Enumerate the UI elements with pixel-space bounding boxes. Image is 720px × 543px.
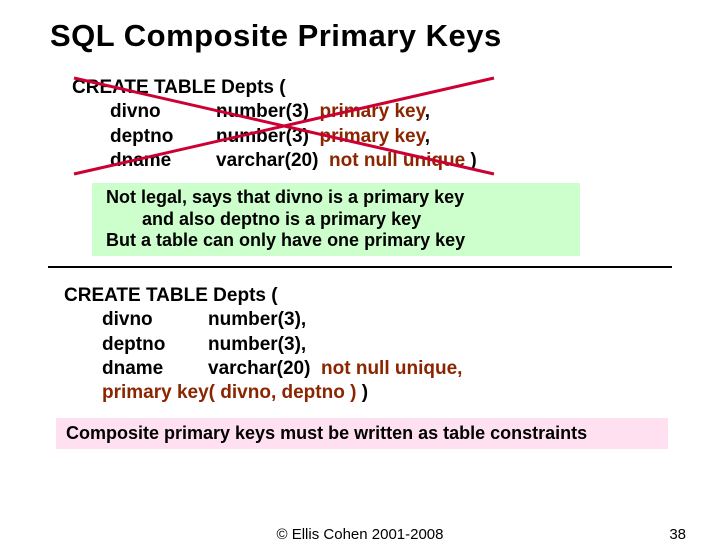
code-line: CREATE TABLE Depts ( [72, 76, 720, 100]
code-line: primary key( divno, deptno ) ) [64, 381, 720, 405]
sql-block-illegal: CREATE TABLE Depts ( divnonumber(3) prim… [72, 76, 720, 173]
code-line: dnamevarchar(20) not null unique ) [72, 149, 720, 173]
note-composite: Composite primary keys must be written a… [56, 418, 668, 449]
note-line: and also deptno is a primary key [106, 209, 566, 231]
code-line: divnonumber(3) primary key, [72, 100, 720, 124]
code-line: dnamevarchar(20) not null unique, [64, 357, 720, 381]
code-line: deptnonumber(3) primary key, [72, 125, 720, 149]
page-number: 38 [669, 526, 686, 543]
note-illegal: Not legal, says that divno is a primary … [92, 183, 580, 256]
copyright: © Ellis Cohen 2001-2008 [277, 526, 444, 543]
code-line: deptnonumber(3), [64, 333, 720, 357]
code-line: CREATE TABLE Depts ( [64, 284, 720, 308]
note-line: Not legal, says that divno is a primary … [106, 187, 464, 207]
note-line: But a table can only have one primary ke… [106, 230, 465, 250]
slide: SQL Composite Primary Keys CREATE TABLE … [0, 0, 720, 540]
section-divider [48, 266, 672, 268]
slide-title: SQL Composite Primary Keys [0, 0, 720, 62]
sql-block-correct: CREATE TABLE Depts ( divnonumber(3), dep… [64, 284, 720, 406]
code-line: divnonumber(3), [64, 308, 720, 332]
